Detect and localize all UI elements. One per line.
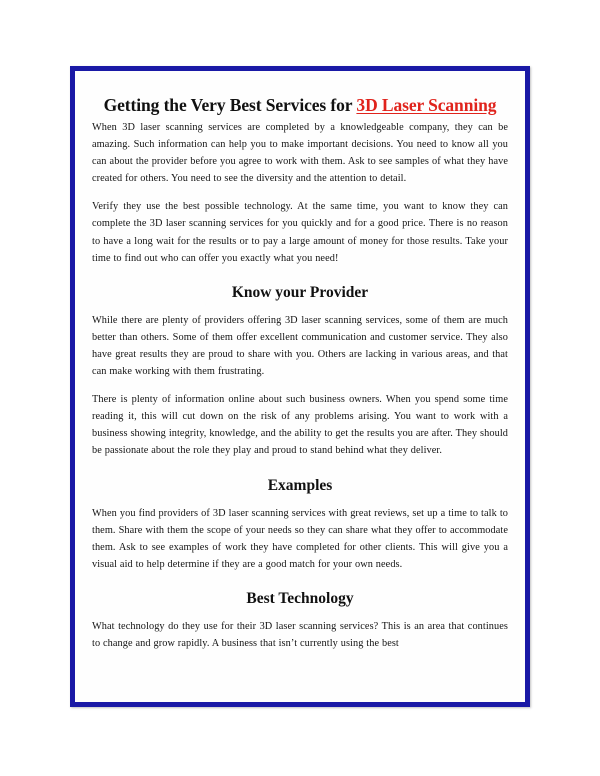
section-examples: When you find providers of 3D laser scan… — [88, 505, 512, 573]
document-page: Getting the Very Best Services for 3D La… — [70, 66, 530, 707]
paragraph: What technology do they use for their 3D… — [92, 620, 508, 649]
paragraph: There is plenty of information online ab… — [92, 394, 508, 457]
page-title: Getting the Very Best Services for 3D La… — [88, 91, 512, 119]
paragraph: When you find providers of 3D laser scan… — [92, 507, 508, 570]
page-content-area: Getting the Very Best Services for 3D La… — [75, 71, 525, 702]
section-best-technology: What technology do they use for their 3D… — [88, 618, 512, 652]
section-heading-know-your-provider: Know your Provider — [231, 283, 369, 301]
paragraph: When 3D laser scanning services are comp… — [92, 122, 508, 185]
section-intro: When 3D laser scanning services are comp… — [88, 119, 512, 267]
section-know-your-provider: While there are plenty of providers offe… — [88, 312, 512, 460]
paragraph: Verify they use the best possible techno… — [92, 201, 508, 264]
title-keyword-link[interactable]: 3D Laser Scanning — [356, 95, 496, 115]
section-heading-examples: Examples — [267, 476, 333, 494]
page-title-plain-text: Getting the Very Best Services for — [103, 95, 357, 115]
document-viewer: { "page": { "border_color": "#1a19a6", "… — [0, 0, 600, 776]
section-heading-best-technology: Best Technology — [246, 589, 354, 607]
paragraph: While there are plenty of providers offe… — [92, 314, 508, 378]
